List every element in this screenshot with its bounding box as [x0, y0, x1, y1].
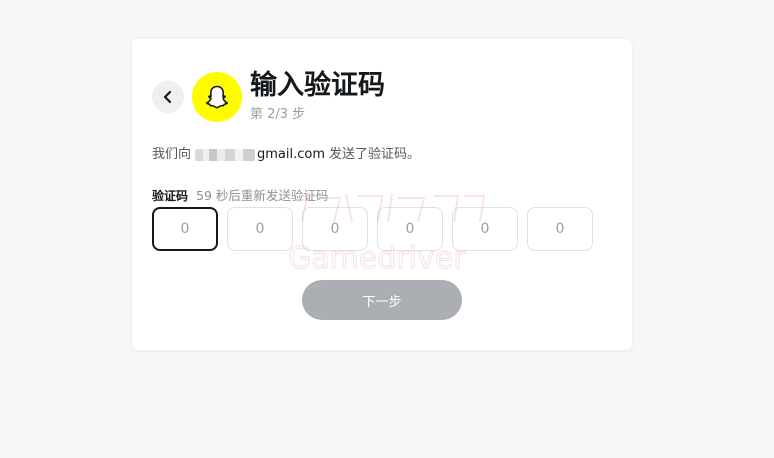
code-label: 验证码: [152, 189, 189, 203]
email-suffix: gmail.com: [257, 147, 326, 162]
code-digit-6[interactable]: [527, 207, 593, 251]
masked-email-redaction: [195, 149, 256, 161]
code-digit-5[interactable]: [452, 207, 518, 251]
page-title: 输入验证码: [250, 70, 385, 101]
sent-prefix: 我们向: [152, 147, 192, 162]
snapchat-logo: [192, 72, 242, 122]
code-digit-1[interactable]: [152, 207, 218, 251]
step-indicator: 第 2/3 步: [250, 107, 306, 122]
sent-suffix: 发送了验证码。: [329, 147, 421, 162]
code-input-row: [152, 207, 593, 251]
code-digit-2[interactable]: [227, 207, 293, 251]
sent-message: 我们向 gmail.com 发送了验证码。: [152, 146, 420, 164]
code-digit-3[interactable]: [302, 207, 368, 251]
resend-countdown: 59 秒后重新发送验证码: [196, 188, 329, 203]
back-button[interactable]: [152, 81, 184, 113]
code-label-row: 验证码 59 秒后重新发送验证码: [152, 185, 328, 204]
chevron-left-icon: [163, 90, 172, 104]
next-button[interactable]: 下一步: [302, 280, 462, 320]
verification-card: 输入验证码 第 2/3 步 我们向 gmail.com 发送了验证码。 验证码 …: [132, 39, 632, 350]
snapchat-ghost-icon: [206, 85, 228, 109]
code-digit-4[interactable]: [377, 207, 443, 251]
